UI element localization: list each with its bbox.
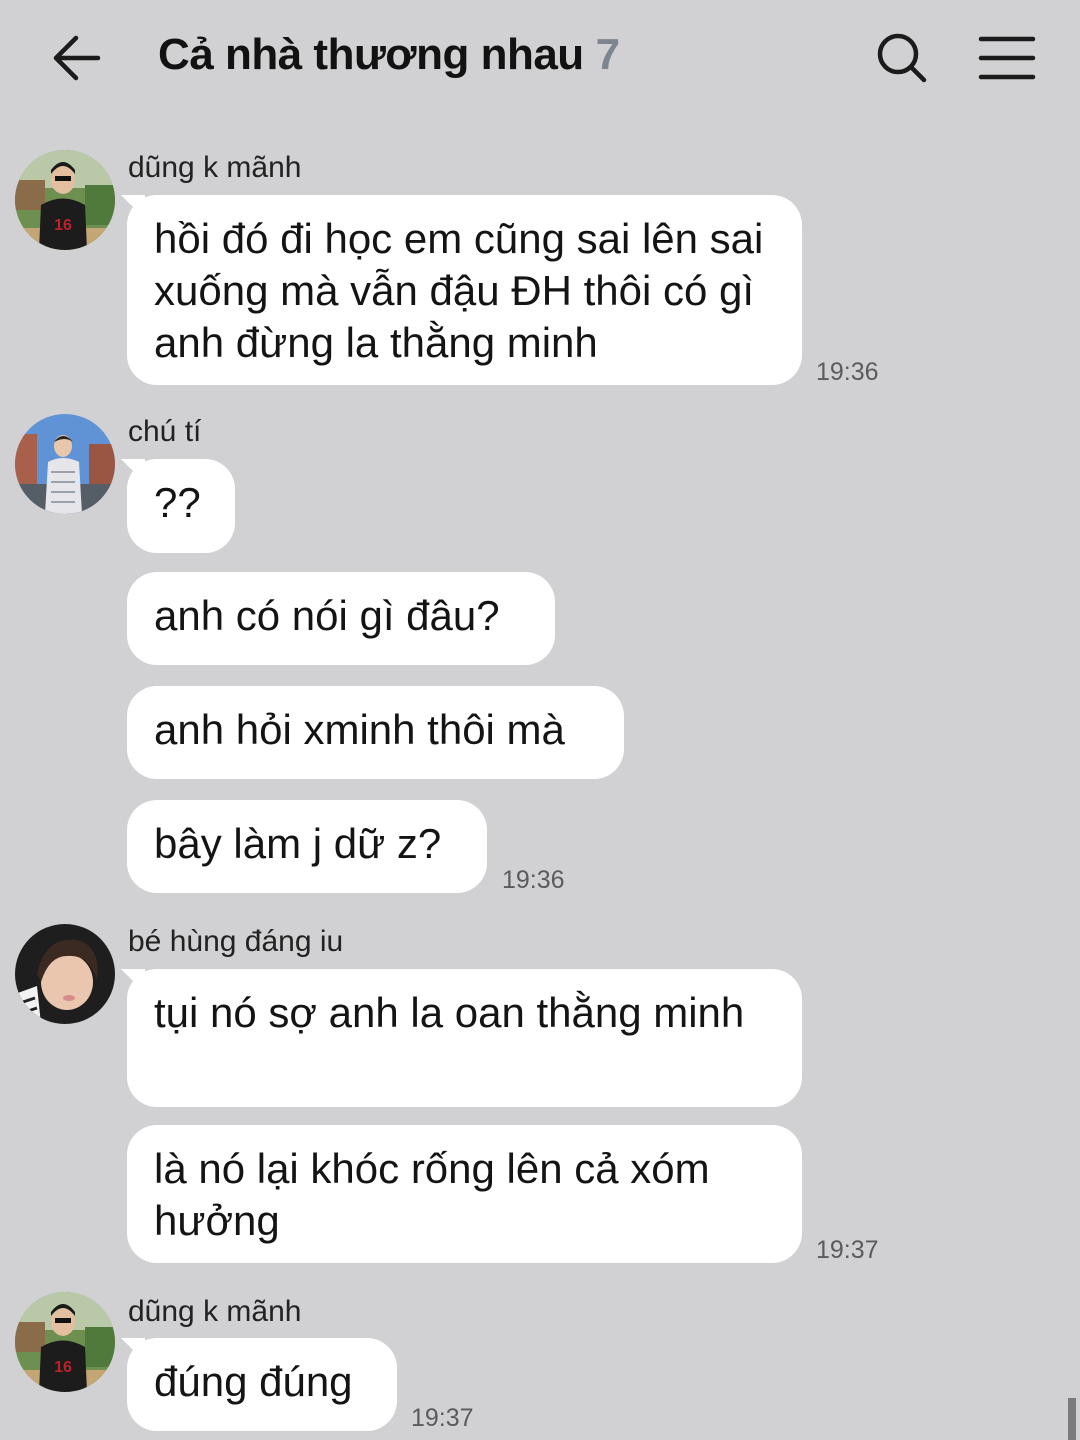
scrollbar[interactable] [1068,1398,1076,1440]
back-button[interactable] [40,22,112,94]
group-name: Cả nhà thương nhau [158,30,584,79]
sender-name: dũng k mãnh [128,151,302,184]
message-bubble[interactable]: anh có nói gì đâu? [127,572,555,665]
message-time: 19:36 [816,358,879,386]
message-time: 19:36 [502,866,565,894]
chat-header: Cả nhà thương nhau 7 [0,0,1080,115]
message-bubble[interactable]: ?? [127,459,235,553]
message-bubble[interactable]: anh hỏi xminh thôi mà [127,686,624,779]
message-time: 19:37 [411,1404,474,1432]
avatar[interactable] [15,924,115,1024]
sender-name: bé hùng đáng iu [128,925,344,958]
menu-button[interactable] [972,24,1042,92]
sender-name: chú tí [128,415,202,448]
avatar[interactable]: 16 [15,1292,115,1392]
avatar[interactable] [15,414,115,514]
svg-text:16: 16 [54,1359,72,1376]
message-bubble[interactable]: hồi đó đi học em cũng sai lên sai xuống … [127,195,802,385]
search-icon [877,33,927,83]
search-button[interactable] [868,24,936,92]
avatar[interactable]: 16 [15,150,115,250]
message-bubble[interactable]: đúng đúng [127,1338,397,1431]
member-count: 7 [595,30,620,79]
message-bubble[interactable]: là nó lại khóc rống lên cả xóm hưởng [127,1125,802,1263]
message-list[interactable]: 16 dũng k mãnh hồi đó đi học em cũng sai… [0,115,1080,1440]
hamburger-menu-icon [978,36,1036,80]
svg-text:16: 16 [54,217,72,234]
message-bubble[interactable]: tụi nó sợ anh la oan thằng minh [127,969,802,1107]
sender-name: dũng k mãnh [128,1295,302,1328]
message-bubble[interactable]: bây làm j dữ z? [127,800,487,893]
chat-title[interactable]: Cả nhà thương nhau 7 [158,30,620,80]
arrow-left-icon [53,35,101,81]
message-time: 19:37 [816,1236,879,1264]
